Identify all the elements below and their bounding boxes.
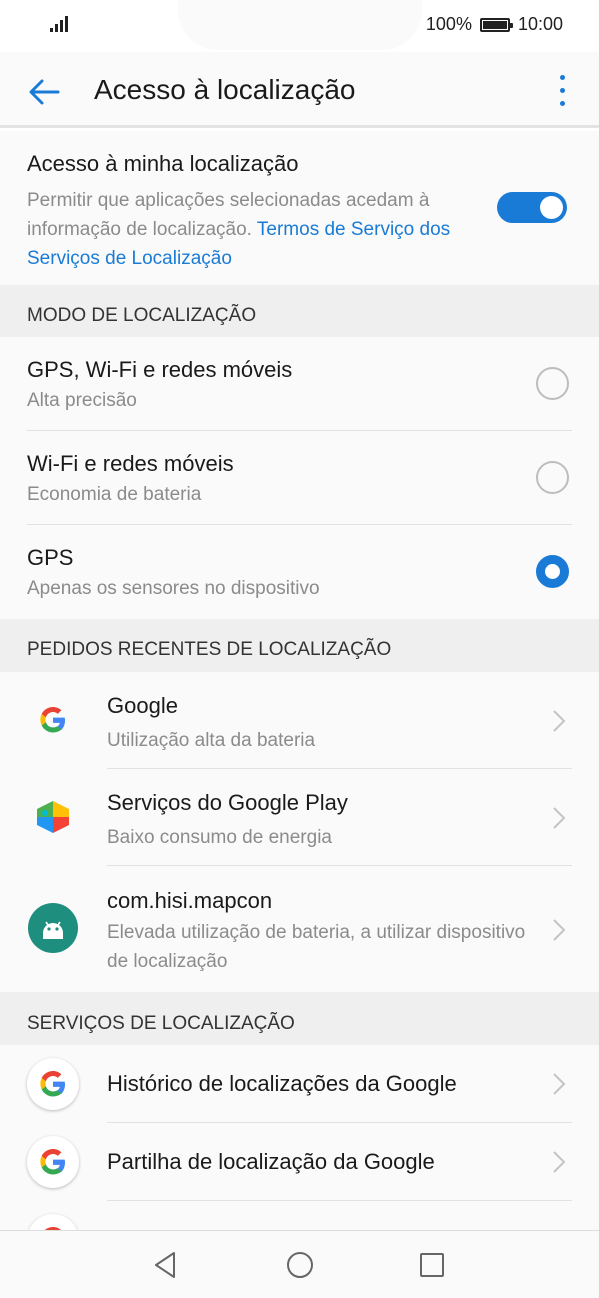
app-detail: Elevada utilização de bateria, a utiliza…: [107, 922, 526, 972]
chevron-right-icon: [552, 1072, 566, 1096]
recent-request-google-play-services[interactable]: Serviços do Google Play Baixo consumo de…: [0, 769, 599, 866]
app-bar: Acesso à localização: [0, 52, 599, 128]
option-title: GPS, Wi-Fi e redes móveis: [27, 357, 293, 382]
chevron-right-icon: [552, 709, 566, 733]
battery-percent: 100%: [425, 14, 472, 34]
section-header-location-mode: MODO DE LOCALIZAÇÃO: [0, 285, 599, 337]
back-arrow-icon[interactable]: [24, 72, 64, 112]
section-header-recent-requests: PEDIDOS RECENTES DE LOCALIZAÇÃO: [0, 619, 599, 672]
option-title: Wi-Fi e redes móveis: [27, 451, 234, 476]
clock: 10:00: [517, 14, 563, 34]
option-subtitle: Alta precisão: [27, 390, 137, 411]
location-mode-option-high-accuracy[interactable]: GPS, Wi-Fi e redes móveis Alta precisão: [0, 337, 599, 431]
nav-back-icon[interactable]: [150, 1249, 182, 1281]
status-bar: 100% 10:00: [0, 0, 599, 52]
location-access-toggle[interactable]: [497, 192, 567, 223]
location-access-description: Permitir que aplicações selecionadas ace…: [27, 186, 477, 273]
chevron-right-icon: [552, 1150, 566, 1174]
google-icon: [27, 1058, 79, 1110]
page-title: Acesso à localização: [94, 74, 356, 105]
service-name: Partilha de localização da Google: [107, 1149, 435, 1174]
chevron-right-icon: [552, 918, 566, 942]
battery-icon: [479, 17, 513, 32]
service-google-location-history[interactable]: Histórico de localizações da Google: [0, 1045, 599, 1123]
nav-home-icon[interactable]: [284, 1249, 316, 1281]
nav-recents-icon[interactable]: [416, 1249, 448, 1281]
google-icon: [27, 1136, 79, 1188]
app-name: Google: [107, 693, 178, 718]
location-mode-option-device-only[interactable]: GPS Apenas os sensores no dispositivo: [0, 525, 599, 619]
service-name: Histórico de localizações da Google: [107, 1071, 457, 1096]
toggle-knob: [540, 196, 563, 219]
system-navigation-bar: [0, 1230, 599, 1298]
android-icon: [27, 902, 79, 954]
radio-button-unselected[interactable]: [536, 367, 569, 400]
location-access-row[interactable]: Acesso à minha localização Permitir que …: [0, 131, 599, 285]
radio-button-unselected[interactable]: [536, 461, 569, 494]
more-vertical-icon[interactable]: [547, 72, 577, 112]
service-google-location-sharing[interactable]: Partilha de localização da Google: [0, 1123, 599, 1201]
screen-notch: [178, 0, 422, 50]
option-subtitle: Apenas os sensores no dispositivo: [27, 578, 320, 599]
settings-content: Acesso à minha localização Permitir que …: [0, 131, 599, 1241]
recent-request-google[interactable]: Google Utilização alta da bateria: [0, 672, 599, 769]
app-name: com.hisi.mapcon: [107, 888, 273, 913]
app-name: Serviços do Google Play: [107, 790, 348, 815]
location-mode-option-battery-saving[interactable]: Wi-Fi e redes móveis Economia de bateria: [0, 431, 599, 525]
app-detail: Utilização alta da bateria: [107, 730, 316, 751]
google-play-services-icon: [27, 791, 79, 843]
status-indicators: 100% 10:00: [426, 14, 563, 35]
app-detail: Baixo consumo de energia: [107, 827, 332, 848]
recent-request-hisi-mapcon[interactable]: com.hisi.mapcon Elevada utilização de ba…: [0, 866, 599, 992]
option-subtitle: Economia de bateria: [27, 484, 202, 505]
google-icon: [27, 694, 79, 746]
location-access-title: Acesso à minha localização: [27, 151, 299, 176]
chevron-right-icon: [552, 806, 566, 830]
section-header-location-services: SERVIÇOS DE LOCALIZAÇÃO: [0, 992, 599, 1045]
signal-strength-icon: [50, 16, 72, 32]
radio-button-selected[interactable]: [536, 555, 569, 588]
option-title: GPS: [27, 545, 74, 570]
